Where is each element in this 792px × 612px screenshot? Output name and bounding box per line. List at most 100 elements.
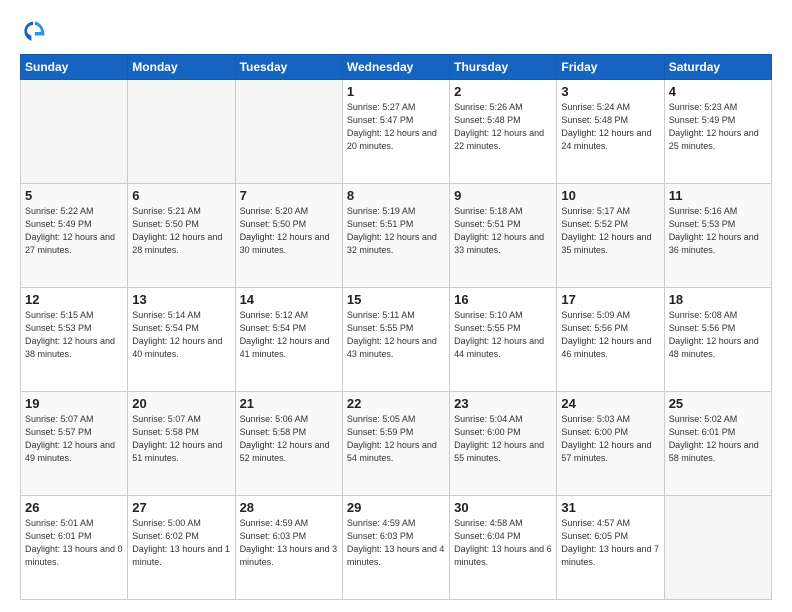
day-info: Sunrise: 4:57 AM Sunset: 6:05 PM Dayligh…: [561, 517, 659, 569]
day-info: Sunrise: 5:22 AM Sunset: 5:49 PM Dayligh…: [25, 205, 123, 257]
day-info: Sunrise: 5:06 AM Sunset: 5:58 PM Dayligh…: [240, 413, 338, 465]
calendar-cell: 14Sunrise: 5:12 AM Sunset: 5:54 PM Dayli…: [235, 288, 342, 392]
day-info: Sunrise: 5:19 AM Sunset: 5:51 PM Dayligh…: [347, 205, 445, 257]
calendar-cell: [664, 496, 771, 600]
day-number: 13: [132, 292, 230, 307]
day-number: 18: [669, 292, 767, 307]
calendar-cell: 21 Sunrise: 5:06 AM Sunset: 5:58 PM Dayli…: [235, 392, 342, 496]
day-number: 5: [25, 188, 123, 203]
day-number: 9: [454, 188, 552, 203]
day-info: Sunrise: 5:26 AM Sunset: 5:48 PM Dayligh…: [454, 101, 552, 153]
day-number: 11: [669, 188, 767, 203]
calendar-cell: 24 Sunrise: 5:03 AM Sunset: 6:00 PM Dayli…: [557, 392, 664, 496]
calendar-cell: 20 Sunrise: 5:07 AM Sunset: 5:58 PM Dayli…: [128, 392, 235, 496]
day-number: 30: [454, 500, 552, 515]
day-number: 22: [347, 396, 445, 411]
day-number: 6: [132, 188, 230, 203]
calendar-cell: 22 Sunrise: 5:05 AM Sunset: 5:59 PM Dayli…: [342, 392, 449, 496]
calendar-week-4: 19 Sunrise: 5:07 AM Sunset: 5:57 PM Dayli…: [21, 392, 772, 496]
day-info: Sunrise: 4:59 AM Sunset: 6:03 PM Dayligh…: [240, 517, 338, 569]
calendar-cell: 31 Sunrise: 4:57 AM Sunset: 6:05 PM Dayli…: [557, 496, 664, 600]
calendar-week-5: 26 Sunrise: 5:01 AM Sunset: 6:01 PM Dayli…: [21, 496, 772, 600]
day-info: Sunrise: 5:02 AM Sunset: 6:01 PM Dayligh…: [669, 413, 767, 465]
day-info: Sunrise: 5:24 AM Sunset: 5:48 PM Dayligh…: [561, 101, 659, 153]
day-info: Sunrise: 5:17 AM Sunset: 5:52 PM Dayligh…: [561, 205, 659, 257]
day-info: Sunrise: 5:23 AM Sunset: 5:49 PM Dayligh…: [669, 101, 767, 153]
calendar-cell: 5 Sunrise: 5:22 AM Sunset: 5:49 PM Daylig…: [21, 184, 128, 288]
day-number: 21: [240, 396, 338, 411]
calendar-cell: 8 Sunrise: 5:19 AM Sunset: 5:51 PM Daylig…: [342, 184, 449, 288]
day-info: Sunrise: 5:07 AM Sunset: 5:58 PM Dayligh…: [132, 413, 230, 465]
day-number: 15: [347, 292, 445, 307]
day-info: Sunrise: 5:15 AM Sunset: 5:53 PM Dayligh…: [25, 309, 123, 361]
day-info: Sunrise: 5:10 AM Sunset: 5:55 PM Dayligh…: [454, 309, 552, 361]
calendar-cell: 2Sunrise: 5:26 AM Sunset: 5:48 PM Daylig…: [450, 80, 557, 184]
day-info: Sunrise: 5:18 AM Sunset: 5:51 PM Dayligh…: [454, 205, 552, 257]
calendar-week-2: 5 Sunrise: 5:22 AM Sunset: 5:49 PM Daylig…: [21, 184, 772, 288]
day-number: 14: [240, 292, 338, 307]
day-number: 10: [561, 188, 659, 203]
day-info: Sunrise: 5:21 AM Sunset: 5:50 PM Dayligh…: [132, 205, 230, 257]
calendar-cell: 16 Sunrise: 5:10 AM Sunset: 5:55 PM Dayli…: [450, 288, 557, 392]
day-info: Sunrise: 5:08 AM Sunset: 5:56 PM Dayligh…: [669, 309, 767, 361]
header: [20, 18, 772, 46]
day-info: Sunrise: 5:14 AM Sunset: 5:54 PM Dayligh…: [132, 309, 230, 361]
calendar-cell: 25 Sunrise: 5:02 AM Sunset: 6:01 PM Dayli…: [664, 392, 771, 496]
day-number: 24: [561, 396, 659, 411]
calendar-cell: 17Sunrise: 5:09 AM Sunset: 5:56 PM Dayli…: [557, 288, 664, 392]
calendar-cell: 29 Sunrise: 4:59 AM Sunset: 6:03 PM Dayli…: [342, 496, 449, 600]
weekday-header-wednesday: Wednesday: [342, 55, 449, 80]
weekday-header-monday: Monday: [128, 55, 235, 80]
day-info: Sunrise: 4:59 AM Sunset: 6:03 PM Dayligh…: [347, 517, 445, 569]
calendar-cell: 7Sunrise: 5:20 AM Sunset: 5:50 PM Daylig…: [235, 184, 342, 288]
day-number: 25: [669, 396, 767, 411]
day-number: 29: [347, 500, 445, 515]
calendar-cell: 9 Sunrise: 5:18 AM Sunset: 5:51 PM Daylig…: [450, 184, 557, 288]
day-info: Sunrise: 5:11 AM Sunset: 5:55 PM Dayligh…: [347, 309, 445, 361]
logo-icon: [20, 18, 48, 46]
calendar-cell: 3 Sunrise: 5:24 AM Sunset: 5:48 PM Daylig…: [557, 80, 664, 184]
day-number: 16: [454, 292, 552, 307]
day-info: Sunrise: 5:04 AM Sunset: 6:00 PM Dayligh…: [454, 413, 552, 465]
day-number: 4: [669, 84, 767, 99]
day-info: Sunrise: 5:01 AM Sunset: 6:01 PM Dayligh…: [25, 517, 123, 569]
calendar-cell: 27Sunrise: 5:00 AM Sunset: 6:02 PM Dayli…: [128, 496, 235, 600]
calendar-table: SundayMondayTuesdayWednesdayThursdayFrid…: [20, 54, 772, 600]
day-number: 28: [240, 500, 338, 515]
day-number: 27: [132, 500, 230, 515]
calendar-cell: 26 Sunrise: 5:01 AM Sunset: 6:01 PM Dayli…: [21, 496, 128, 600]
day-number: 7: [240, 188, 338, 203]
day-number: 26: [25, 500, 123, 515]
day-number: 20: [132, 396, 230, 411]
weekday-header-thursday: Thursday: [450, 55, 557, 80]
day-number: 19: [25, 396, 123, 411]
day-info: Sunrise: 5:03 AM Sunset: 6:00 PM Dayligh…: [561, 413, 659, 465]
logo: [20, 18, 52, 46]
day-number: 31: [561, 500, 659, 515]
weekday-header-tuesday: Tuesday: [235, 55, 342, 80]
calendar-cell: 19 Sunrise: 5:07 AM Sunset: 5:57 PM Dayli…: [21, 392, 128, 496]
weekday-header-row: SundayMondayTuesdayWednesdayThursdayFrid…: [21, 55, 772, 80]
calendar-cell: 23Sunrise: 5:04 AM Sunset: 6:00 PM Dayli…: [450, 392, 557, 496]
calendar-cell: 13 Sunrise: 5:14 AM Sunset: 5:54 PM Dayli…: [128, 288, 235, 392]
day-number: 17: [561, 292, 659, 307]
calendar-week-1: 1Sunrise: 5:27 AM Sunset: 5:47 PM Daylig…: [21, 80, 772, 184]
calendar-cell: 28 Sunrise: 4:59 AM Sunset: 6:03 PM Dayli…: [235, 496, 342, 600]
day-number: 3: [561, 84, 659, 99]
day-number: 12: [25, 292, 123, 307]
calendar-cell: [128, 80, 235, 184]
day-info: Sunrise: 5:16 AM Sunset: 5:53 PM Dayligh…: [669, 205, 767, 257]
calendar-cell: [21, 80, 128, 184]
day-info: Sunrise: 4:58 AM Sunset: 6:04 PM Dayligh…: [454, 517, 552, 569]
day-number: 8: [347, 188, 445, 203]
weekday-header-sunday: Sunday: [21, 55, 128, 80]
calendar-week-3: 12 Sunrise: 5:15 AM Sunset: 5:53 PM Dayli…: [21, 288, 772, 392]
calendar-cell: [235, 80, 342, 184]
calendar-cell: 10 Sunrise: 5:17 AM Sunset: 5:52 PM Dayli…: [557, 184, 664, 288]
day-info: Sunrise: 5:07 AM Sunset: 5:57 PM Dayligh…: [25, 413, 123, 465]
calendar-cell: 15 Sunrise: 5:11 AM Sunset: 5:55 PM Dayli…: [342, 288, 449, 392]
weekday-header-saturday: Saturday: [664, 55, 771, 80]
calendar-cell: 6 Sunrise: 5:21 AM Sunset: 5:50 PM Daylig…: [128, 184, 235, 288]
calendar-cell: 12 Sunrise: 5:15 AM Sunset: 5:53 PM Dayli…: [21, 288, 128, 392]
day-info: Sunrise: 5:05 AM Sunset: 5:59 PM Dayligh…: [347, 413, 445, 465]
